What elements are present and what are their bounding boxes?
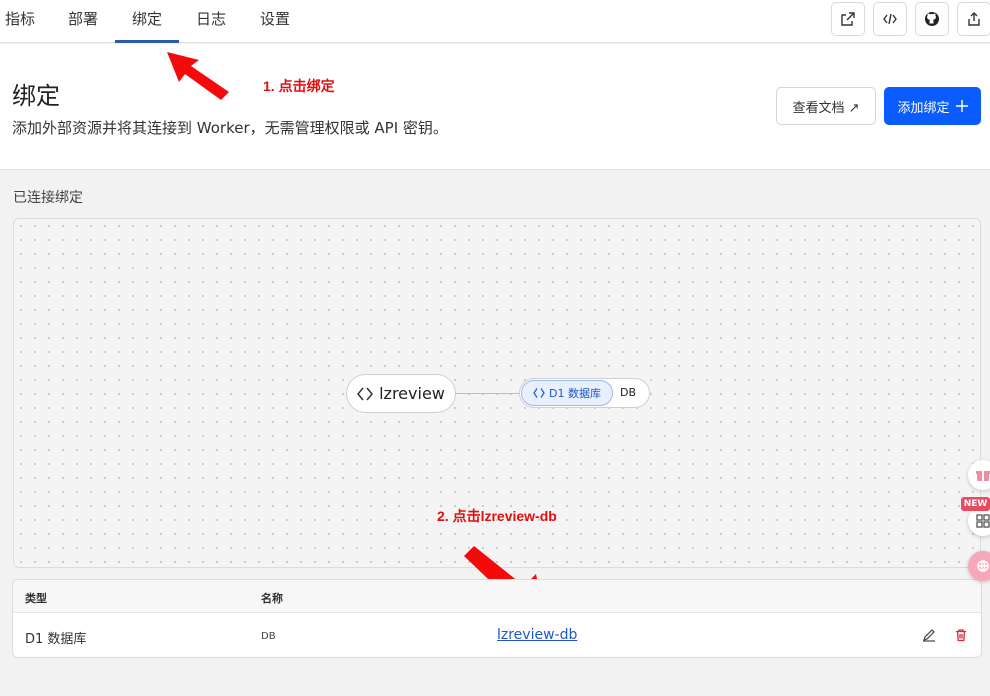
d1-database-icon <box>533 388 545 398</box>
binding-type-pill: D1 数据库 <box>521 380 613 406</box>
translate-icon <box>977 560 989 572</box>
trash-icon <box>956 629 966 642</box>
share-button[interactable] <box>957 2 990 36</box>
add-binding-label: 添加绑定 <box>897 100 950 116</box>
header-type: 类型 <box>25 592 47 605</box>
external-link-icon <box>841 12 855 26</box>
code-icon <box>883 13 897 25</box>
active-tab-indicator <box>115 40 179 43</box>
add-binding-button[interactable]: 添加绑定 <box>884 87 981 125</box>
page-header: 绑定 添加外部资源并将其连接到 Worker，无需管理权限或 API 密钥。 查… <box>0 44 990 170</box>
pencil-icon <box>923 629 935 642</box>
github-button[interactable] <box>915 2 949 36</box>
delete-binding-button[interactable] <box>952 626 970 644</box>
worker-node[interactable]: lzreview <box>346 374 456 413</box>
share-icon <box>968 12 980 26</box>
worker-icon <box>357 387 374 400</box>
binding-node[interactable]: D1 数据库 DB <box>519 378 650 408</box>
tab-metrics[interactable]: 指标 <box>4 0 36 43</box>
translate-widget[interactable] <box>968 551 990 581</box>
row-type: D1 数据库 <box>25 632 87 647</box>
annotation-step2: 2. 点击lzreview-db <box>437 508 557 524</box>
plus-icon <box>955 100 968 112</box>
tab-bar: 指标 部署 绑定 日志 设置 <box>0 0 990 43</box>
gift-widget[interactable] <box>968 460 990 490</box>
new-badge: NEW <box>961 497 990 511</box>
annotation-step1: 1. 点击绑定 <box>263 78 335 94</box>
tab-deployments[interactable]: 部署 <box>67 0 99 43</box>
connected-bindings-label: 已连接绑定 <box>13 190 83 206</box>
graph-edge <box>456 393 520 394</box>
open-external-button[interactable] <box>831 2 865 36</box>
header-name: 名称 <box>261 592 283 605</box>
page-description: 添加外部资源并将其连接到 Worker，无需管理权限或 API 密钥。 <box>12 119 448 137</box>
annotation-arrow-up-icon <box>167 52 229 100</box>
binding-name-label: DB <box>620 386 637 399</box>
binding-type-label: D1 数据库 <box>549 387 601 400</box>
table-header: 类型 名称 <box>13 580 981 613</box>
edit-binding-button[interactable] <box>920 626 938 644</box>
bindings-table: 类型 名称 D1 数据库 DB lzreview-db <box>12 579 982 658</box>
database-link[interactable]: lzreview-db <box>497 627 577 643</box>
row-name: DB <box>261 631 276 642</box>
grid-icon <box>976 514 990 528</box>
tab-logs[interactable]: 日志 <box>195 0 227 43</box>
tab-settings[interactable]: 设置 <box>259 0 291 43</box>
github-icon <box>925 12 939 26</box>
view-docs-button[interactable]: 查看文档 ↗ <box>776 87 876 125</box>
tab-bindings[interactable]: 绑定 <box>131 0 163 43</box>
page-title: 绑定 <box>12 82 60 110</box>
gift-icon <box>976 471 990 481</box>
code-button[interactable] <box>873 2 907 36</box>
view-docs-label: 查看文档 ↗ <box>792 100 860 116</box>
worker-node-label: lzreview <box>379 384 445 403</box>
